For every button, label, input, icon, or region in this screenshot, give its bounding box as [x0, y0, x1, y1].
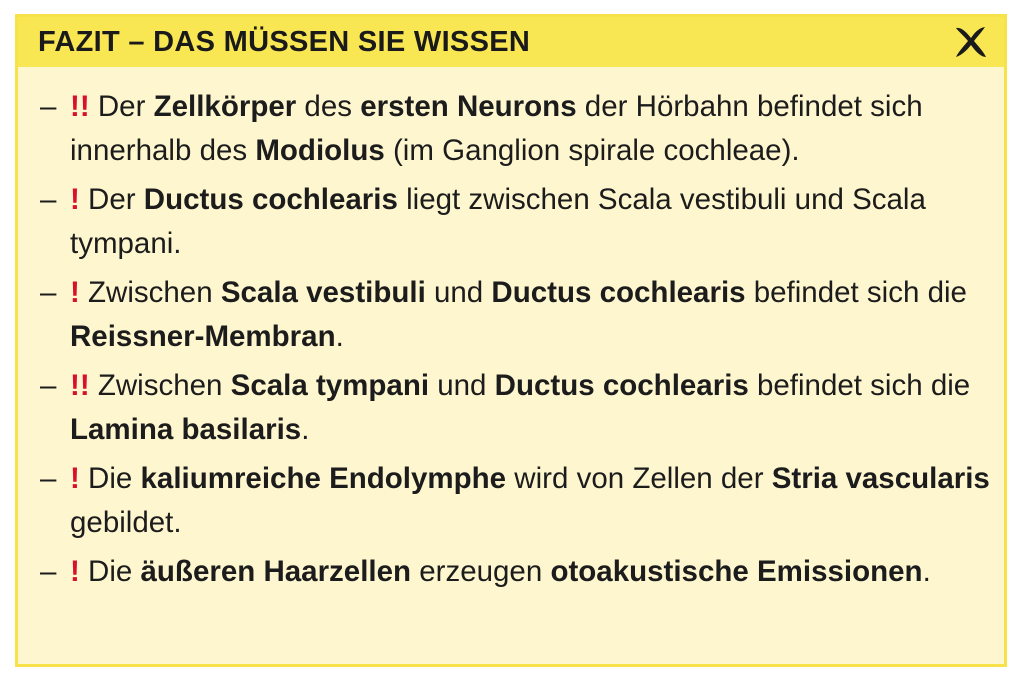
bold-term: Reissner-Membran — [70, 320, 336, 353]
bold-term: ersten Neurons — [360, 90, 577, 123]
bold-term: Modiolus — [255, 134, 385, 167]
item-text: . — [335, 320, 344, 353]
item-text: wird von Zellen der — [506, 462, 772, 495]
list-dash: – — [40, 555, 57, 588]
item-text: gebildet. — [70, 506, 182, 539]
importance-mark: ! — [70, 555, 80, 588]
item-text: Der — [89, 90, 154, 123]
list-item: –!! Zwischen Scala tympani und Ductus co… — [40, 364, 990, 452]
bold-term: otoakustische Emissio­nen — [550, 555, 923, 588]
importance-mark: ! — [70, 462, 80, 495]
summary-header: FAZIT – DAS MÜSSEN SIE WISSEN — [18, 17, 1004, 67]
list-dash: – — [40, 369, 57, 402]
item-text: und — [425, 276, 492, 309]
item-text: Die — [79, 462, 141, 495]
list-item: –! Die äußeren Haarzellen erzeugen otoak… — [40, 550, 990, 594]
list-item: –! Der Ductus cochlearis liegt zwischen … — [40, 178, 990, 266]
bold-term: Scala vestibuli — [220, 276, 426, 309]
item-text: (im Ganglion spirale cochleae). — [384, 134, 800, 167]
summary-title: FAZIT – DAS MÜSSEN SIE WISSEN — [38, 26, 531, 58]
importance-mark: !! — [70, 90, 90, 123]
list-item: –! Zwischen Scala vestibuli und Ductus c… — [40, 271, 990, 359]
item-text: Der — [79, 183, 144, 216]
item-text: erzeugen — [411, 555, 551, 588]
bold-term: Lamina basilaris — [70, 413, 302, 446]
list-dash: – — [40, 462, 57, 495]
list-dash: – — [40, 183, 57, 216]
importance-mark: !! — [70, 369, 90, 402]
bold-term: Ductus cochlearis — [143, 183, 398, 216]
list-item: –!! Der Zellkörper des ersten Neurons de… — [40, 85, 990, 173]
item-text: . — [301, 413, 310, 446]
list-item: –! Die kaliumreiche Endolymphe wird von … — [40, 457, 990, 545]
item-text: Zwischen — [89, 369, 231, 402]
item-text: des — [296, 90, 361, 123]
close-x-icon — [956, 27, 986, 57]
bold-term: äußeren Haarzellen — [140, 555, 412, 588]
bold-term: Ductus cochlearis — [494, 369, 749, 402]
list-dash: – — [40, 276, 57, 309]
item-text: befindet sich die — [745, 276, 967, 309]
fact-list: –!! Der Zellkörper des ersten Neurons de… — [40, 85, 990, 599]
importance-mark: ! — [70, 183, 80, 216]
bold-term: Zellkörper — [153, 90, 297, 123]
list-dash: – — [40, 90, 57, 123]
importance-mark: ! — [70, 276, 80, 309]
bold-term: kaliumreiche Endolymphe — [140, 462, 507, 495]
item-text: Die — [79, 555, 141, 588]
bold-term: Stria vas­cularis — [771, 462, 990, 495]
bold-term: Ductus cochlearis — [491, 276, 746, 309]
item-text: . — [922, 555, 931, 588]
bold-term: Scala tympani — [230, 369, 430, 402]
summary-box: FAZIT – DAS MÜSSEN SIE WISSEN –!! Der Ze… — [15, 14, 1007, 667]
item-text: Zwischen — [79, 276, 221, 309]
item-text: befindet sich die — [748, 369, 971, 402]
item-text: und — [429, 369, 495, 402]
